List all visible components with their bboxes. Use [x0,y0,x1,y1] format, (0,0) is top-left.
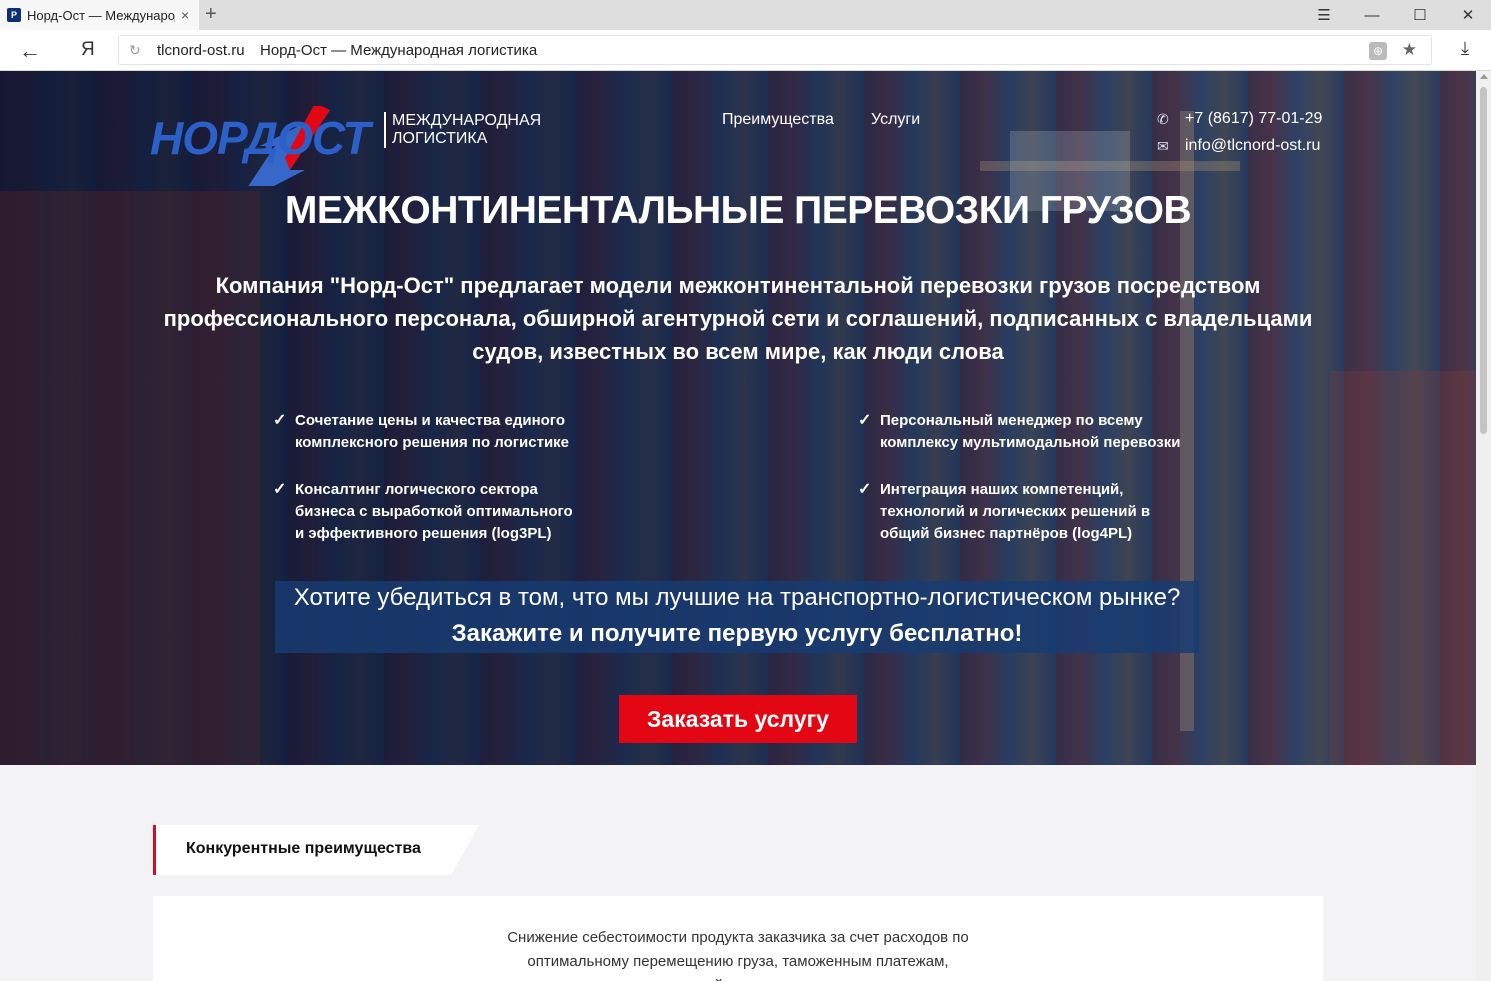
feature-item: ✓ Персональный менеджер по всему комплек… [858,410,1188,454]
page-viewport: НОРДОСТ Международная логистика Преимуще… [0,71,1476,981]
advantages-tab-label: Конкурентные преимущества [186,840,421,857]
site-favicon-icon: P [7,8,21,22]
scroll-up-arrow-icon[interactable] [1480,74,1488,79]
contact-phone[interactable]: ✆ +7 (8617) 77-01-29 [1157,110,1322,128]
scroll-thumb[interactable] [1480,87,1487,434]
ship-hull-decor [1330,371,1476,765]
advantage-card: Снижение себестоимости продукта заказчик… [153,896,1323,981]
cta-offer: Закажите и получите первую услугу беспла… [451,620,1023,647]
bookmark-star-icon[interactable]: ★ [1402,40,1417,60]
feature-item: ✓ Интеграция наших компетенций, технолог… [858,479,1158,545]
nav-advantages[interactable]: Преимущества [722,111,834,129]
feature-text: Персональный менеджер по всему комплексу… [880,412,1181,451]
feature-text: Консалтинг логического сектора бизнеса с… [295,481,573,542]
hero-lead: Компания "Норд-Ост" предлагает модели ме… [163,273,1313,364]
maximize-icon[interactable]: ☐ [1396,0,1444,30]
cta-banner: Хотите убедиться в том, что мы лучшие на… [275,581,1199,653]
feature-text: Интеграция наших компетенций, технологий… [880,481,1151,542]
new-tab-icon[interactable]: + [205,3,217,26]
close-tab-icon[interactable]: × [181,7,189,23]
scrollbar[interactable] [1476,71,1491,981]
logo-subtitle: Международная логистика [384,112,541,148]
logo-subtitle-line2: логистика [392,130,488,147]
feature-text: Сочетание цены и качества единого компле… [295,412,570,451]
phone-number: +7 (8617) 77-01-29 [1185,110,1323,127]
advantage-text: Снижение себестоимости продукта заказчик… [507,929,969,981]
reload-icon[interactable]: ↻ [129,42,141,59]
check-icon: ✓ [273,481,287,498]
phone-icon: ✆ [1157,110,1169,127]
hero-section: НОРДОСТ Международная логистика Преимуще… [0,71,1476,765]
translate-icon[interactable]: ⊕ [1369,42,1387,60]
contact-email[interactable]: ✉ info@tlcnord-ost.ru [1157,137,1320,155]
browser-tab[interactable]: P Норд-Ост — Международная логистика × [0,0,199,30]
menu-icon[interactable]: ☰ [1300,0,1348,30]
url-page-title: Норд-Ост — Международная логистика [260,42,538,59]
minimize-icon[interactable]: — [1348,0,1396,30]
email-icon: ✉ [1157,137,1169,154]
check-icon: ✓ [858,481,872,498]
nav-services[interactable]: Услуги [871,111,920,129]
cta-question: Хотите убедиться в том, что мы лучшие на… [293,584,1181,611]
browser-titlebar: P Норд-Ост — Международная логистика × +… [0,0,1491,30]
email-address: info@tlcnord-ost.ru [1185,137,1321,154]
back-arrow-icon[interactable]: ← [19,38,41,64]
browser-toolbar: ← Я ↻ tlcnord-ost.ru Норд-Ост — Междунар… [0,30,1491,71]
check-icon: ✓ [273,412,287,429]
feature-item: ✓ Сочетание цены и качества единого комп… [273,410,603,454]
logo-word: НОРДОСТ [150,112,370,164]
address-bar[interactable]: ↻ tlcnord-ost.ru Норд-Ост — Международна… [118,35,1432,65]
tab-title: Норд-Ост — Международная логистика [27,7,175,23]
check-icon: ✓ [858,412,872,429]
close-window-icon[interactable]: ✕ [1444,0,1491,30]
order-service-button[interactable]: Заказать услугу [619,695,857,743]
hero-title: Межконтинентальные перевозки грузов [284,189,1192,232]
download-icon[interactable]: ⤓ [1461,38,1469,59]
yandex-button[interactable]: Я [81,39,95,61]
advantages-tab[interactable]: Конкурентные преимущества [153,825,479,875]
url-host: tlcnord-ost.ru [157,42,245,59]
logo-subtitle-line1: Международная [392,112,542,129]
site-logo[interactable]: НОРДОСТ Международная логистика [150,106,541,186]
feature-item: ✓ Консалтинг логического сектора бизнеса… [273,479,583,545]
